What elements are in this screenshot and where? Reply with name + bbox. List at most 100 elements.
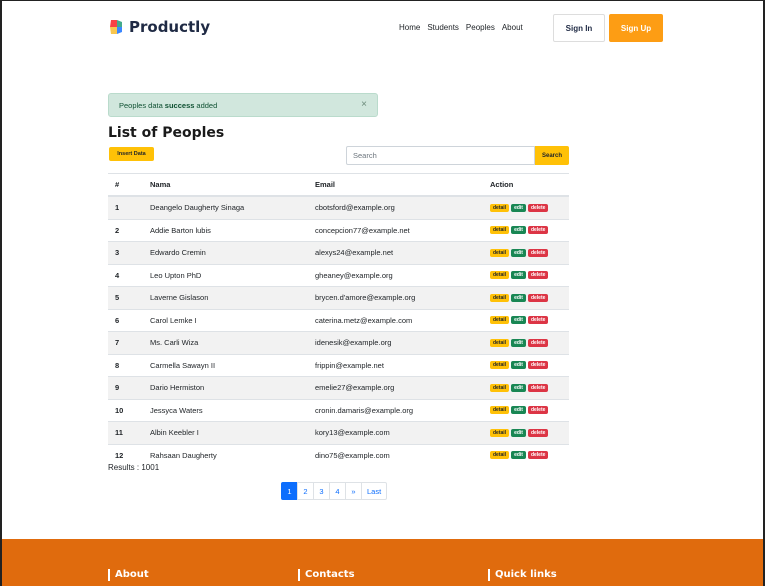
row-name: Dario Hermiston: [143, 376, 308, 399]
row-number: 7: [108, 331, 143, 354]
nav-item-home[interactable]: Home: [399, 23, 420, 32]
edit-button[interactable]: edit: [511, 203, 526, 212]
search-input[interactable]: [346, 146, 535, 165]
row-name: Albin Keebler I: [143, 421, 308, 444]
detail-button[interactable]: detail: [490, 271, 510, 280]
delete-button[interactable]: delete: [527, 383, 549, 392]
nav-item-about[interactable]: About: [502, 23, 523, 32]
page-link-6[interactable]: Last: [361, 482, 388, 500]
nav-item-peoples[interactable]: Peoples: [466, 23, 495, 32]
page-link-1[interactable]: 1: [281, 482, 298, 500]
row-actions: detail edit delete: [483, 241, 569, 264]
detail-button[interactable]: detail: [490, 293, 510, 302]
delete-button[interactable]: delete: [527, 316, 549, 325]
page-link-2[interactable]: 2: [297, 482, 314, 500]
table-row: 6 Carol Lemke Icaterina.metz@example.com d…: [108, 308, 569, 332]
table-row: 12 Rahsaan Daugherty dino75@example.com det…: [108, 443, 569, 466]
delete-button[interactable]: delete: [527, 338, 549, 347]
detail-button[interactable]: detail: [490, 428, 510, 437]
brand[interactable]: Productly: [108, 18, 210, 36]
row-actions: detail edit delete: [483, 398, 569, 422]
footer-about-heading: About: [108, 569, 149, 581]
detail-button[interactable]: detail: [490, 248, 510, 257]
row-email: brycen.d'amore@example.org: [308, 286, 483, 309]
delete-button[interactable]: delete: [527, 406, 549, 415]
edit-button[interactable]: edit: [511, 428, 526, 437]
edit-button[interactable]: edit: [511, 338, 526, 347]
detail-button[interactable]: detail: [490, 203, 510, 212]
row-number: 9: [108, 376, 143, 399]
page-title: List of Peoples: [108, 125, 225, 141]
page-link-4[interactable]: 4: [329, 482, 346, 500]
nav-menu: Home Students Peoples About: [399, 23, 523, 32]
header-name: Nama: [143, 173, 308, 197]
row-email: caterina.metz@example.com: [308, 308, 483, 332]
row-email: cronin.damaris@example.org: [308, 398, 483, 422]
row-actions: detail edit delete: [483, 331, 569, 354]
delete-button[interactable]: delete: [527, 361, 549, 370]
header-email: Email: [308, 173, 483, 197]
edit-button[interactable]: edit: [511, 383, 526, 392]
detail-button[interactable]: detail: [490, 338, 510, 347]
table-row: 9 Dario Hermiston emelie27@example.org deta…: [108, 376, 569, 399]
peoples-table: # Nama Email Action 1 Deangelo Daugherty …: [108, 173, 569, 466]
delete-button[interactable]: delete: [527, 451, 549, 460]
delete-button[interactable]: delete: [527, 248, 549, 257]
row-email: cbotsford@example.org: [308, 195, 483, 219]
page-link-5[interactable]: »: [345, 482, 362, 500]
pagination: 1 2 3 4» Last: [281, 482, 388, 500]
row-number: 5: [108, 286, 143, 309]
success-alert: Peoples data success added ×: [108, 93, 378, 117]
row-number: 11: [108, 421, 143, 444]
alert-close-icon[interactable]: ×: [361, 99, 367, 110]
row-number: 3: [108, 241, 143, 264]
row-email: emelie27@example.org: [308, 376, 483, 399]
detail-button[interactable]: detail: [490, 316, 510, 325]
edit-button[interactable]: edit: [511, 361, 526, 370]
detail-button[interactable]: detail: [490, 383, 510, 392]
detail-button[interactable]: detail: [490, 226, 510, 235]
row-name: Carol Lemke I: [143, 308, 308, 332]
edit-button[interactable]: edit: [511, 451, 526, 460]
row-email: gheaney@example.org: [308, 263, 483, 287]
delete-button[interactable]: delete: [527, 428, 549, 437]
edit-button[interactable]: edit: [511, 271, 526, 280]
footer: About Contacts Quick links: [2, 539, 763, 586]
row-name: Leo Upton PhD: [143, 263, 308, 287]
row-actions: detail edit delete: [483, 421, 569, 444]
edit-button[interactable]: edit: [511, 316, 526, 325]
sign-up-button[interactable]: Sign Up: [609, 14, 663, 42]
table-row: 2 Addie Barton lubis concepcion77@example.…: [108, 218, 569, 242]
table-row: 8 Carmella Sawayn II frippin@example.net de…: [108, 353, 569, 377]
results-count: Results : 1001: [108, 463, 160, 472]
sign-in-button[interactable]: Sign In: [553, 14, 605, 42]
search-button[interactable]: Search: [535, 146, 569, 165]
edit-button[interactable]: edit: [511, 293, 526, 302]
row-actions: detail edit delete: [483, 263, 569, 287]
brand-name: Productly: [129, 18, 211, 36]
detail-button[interactable]: detail: [490, 451, 510, 460]
nav-item-students[interactable]: Students: [427, 23, 459, 32]
detail-button[interactable]: detail: [490, 406, 510, 415]
productly-logo-icon: [110, 20, 122, 34]
edit-button[interactable]: edit: [511, 406, 526, 415]
row-number: 4: [108, 263, 143, 287]
edit-button[interactable]: edit: [511, 226, 526, 235]
insert-data-button[interactable]: Insert Data: [109, 147, 154, 161]
table-row: 1 Deangelo Daugherty Sinaga cbotsford@exam…: [108, 195, 569, 219]
header-action: Action: [483, 173, 569, 197]
edit-button[interactable]: edit: [511, 248, 526, 257]
delete-button[interactable]: delete: [527, 203, 549, 212]
table-row: 5 Laverne Gislason brycen.d'amore@example.…: [108, 286, 569, 309]
row-name: Carmella Sawayn II: [143, 353, 308, 377]
alert-text-bold: success: [164, 100, 195, 110]
delete-button[interactable]: delete: [527, 293, 549, 302]
delete-button[interactable]: delete: [527, 226, 549, 235]
detail-button[interactable]: detail: [490, 361, 510, 370]
row-name: Jessyca Waters: [143, 398, 308, 422]
delete-button[interactable]: delete: [527, 271, 549, 280]
row-name: Deangelo Daugherty Sinaga: [143, 195, 308, 219]
row-name: Ms. Carli Wiza: [143, 331, 308, 354]
row-email: frippin@example.net: [308, 353, 483, 377]
page-link-3[interactable]: 3: [313, 482, 330, 500]
